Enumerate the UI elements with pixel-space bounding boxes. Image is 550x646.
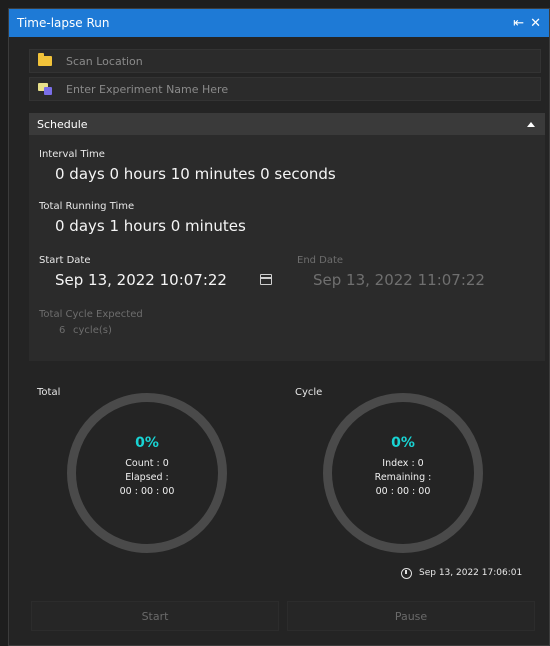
cycle-index: Index : 0: [382, 458, 424, 469]
total-progress-label: Total: [37, 387, 61, 398]
chevron-up-icon[interactable]: [527, 121, 535, 127]
progress-area: Total 0% Count : 0 Elapsed : 00 : 00 : 0…: [29, 377, 549, 579]
total-cycle-unit: cycle(s): [73, 325, 112, 336]
interval-time-label: Interval Time: [39, 149, 105, 160]
time-lapse-run-window: Time-lapse Run ⇤ ✕ Schedule Interval Tim…: [8, 8, 550, 646]
pause-button[interactable]: Pause: [287, 601, 535, 631]
window-controls: ⇤ ✕: [513, 16, 541, 31]
clock-icon: [401, 568, 412, 579]
start-date-value[interactable]: Sep 13, 2022 10:07:22: [55, 271, 227, 289]
scan-location-input[interactable]: [64, 53, 508, 69]
total-running-time-label: Total Running Time: [39, 201, 135, 212]
total-progress-text: 0% Count : 0 Elapsed : 00 : 00 : 00: [67, 435, 227, 499]
total-cycle-label: Total Cycle Expected: [39, 309, 143, 320]
title-bar: Time-lapse Run ⇤ ✕: [9, 9, 549, 37]
schedule-title: Schedule: [37, 117, 88, 131]
schedule-panel: Schedule Interval Time 0 days 0 hours 10…: [29, 113, 545, 361]
total-cycle-count: 6: [59, 325, 66, 336]
calendar-icon[interactable]: [260, 274, 272, 285]
cycle-remaining-value: 00 : 00 : 00: [375, 486, 431, 497]
schedule-header[interactable]: Schedule: [29, 113, 545, 135]
cycle-percent: 0%: [391, 435, 415, 451]
close-icon[interactable]: ✕: [530, 16, 541, 31]
tag-icon: [38, 83, 52, 95]
window-title: Time-lapse Run: [17, 16, 110, 30]
cycle-progress-label: Cycle: [295, 387, 323, 398]
experiment-name-input[interactable]: [64, 81, 508, 97]
total-elapsed-value: 00 : 00 : 00: [119, 486, 175, 497]
start-button[interactable]: Start: [31, 601, 279, 631]
end-date-label: End Date: [297, 255, 344, 266]
experiment-name-field[interactable]: [29, 77, 541, 101]
end-date-value: Sep 13, 2022 11:07:22: [313, 271, 485, 289]
scan-location-field[interactable]: [29, 49, 541, 73]
total-percent: 0%: [135, 435, 159, 451]
cycle-progress-text: 0% Index : 0 Remaining : 00 : 00 : 00: [323, 435, 483, 499]
pin-icon[interactable]: ⇤: [513, 16, 524, 31]
total-running-time-value: 0 days 1 hours 0 minutes: [55, 217, 246, 235]
folder-icon[interactable]: [38, 53, 52, 66]
total-count: Count : 0: [125, 458, 169, 469]
total-elapsed-label: Elapsed :: [125, 472, 169, 483]
start-date-label: Start Date: [39, 255, 91, 266]
cycle-remaining-label: Remaining :: [374, 472, 432, 483]
interval-time-value[interactable]: 0 days 0 hours 10 minutes 0 seconds: [55, 165, 336, 183]
current-timestamp: Sep 13, 2022 17:06:01: [419, 568, 523, 578]
